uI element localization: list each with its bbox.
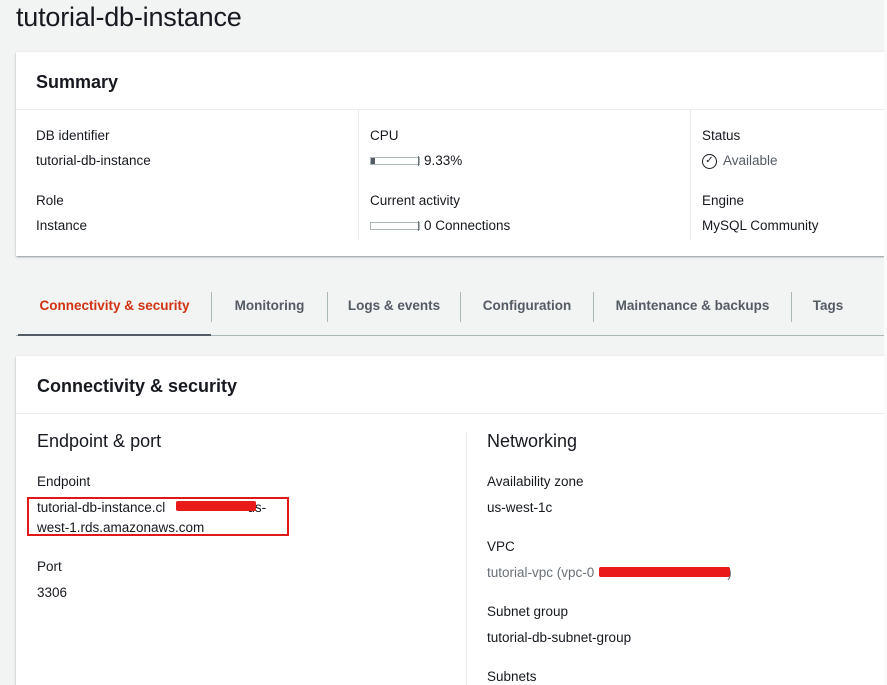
status-label: Status — [702, 128, 741, 143]
detail-tabs: Connectivity & security Monitoring Logs … — [16, 278, 887, 336]
status-field: Status ✓ Available — [702, 127, 778, 170]
check-circle-icon: ✓ — [702, 153, 717, 169]
db-identifier-label: DB identifier — [36, 128, 110, 143]
vpc-redaction — [599, 567, 730, 577]
tab-tags[interactable]: Tags — [792, 278, 864, 335]
availability-zone-label: Availability zone — [487, 474, 584, 489]
role-label: Role — [36, 193, 64, 208]
cpu-meter-tick — [418, 156, 419, 166]
cpu-meter — [370, 156, 420, 166]
summary-col-metrics: CPU 9.33% Current activity 0 Connections — [358, 110, 688, 240]
subnet-group-value: tutorial-db-subnet-group — [487, 630, 632, 645]
availability-zone-field: Availability zone us-west-1c — [487, 473, 584, 518]
port-field: Port 3306 — [37, 558, 67, 603]
tab-monitoring[interactable]: Monitoring — [212, 278, 327, 335]
cpu-label: CPU — [370, 128, 399, 143]
tab-connectivity-security[interactable]: Connectivity & security — [18, 278, 211, 336]
endpoint-label: Endpoint — [37, 474, 91, 489]
vpc-prefix: tutorial-vpc (vpc-0 — [487, 565, 595, 580]
subnets-label: Subnets — [487, 669, 537, 684]
summary-heading: Summary — [36, 72, 119, 92]
activity-value: 0 Connections — [424, 218, 511, 233]
connectivity-card: Connectivity & security Endpoint & port … — [16, 356, 887, 685]
cpu-value: 9.33% — [424, 153, 463, 168]
activity-label: Current activity — [370, 193, 461, 208]
endpoint-port-heading: Endpoint & port — [37, 431, 162, 451]
networking-heading: Networking — [487, 431, 578, 451]
activity-meter-tick — [418, 221, 419, 231]
page-title: tutorial-db-instance — [16, 2, 242, 32]
engine-value: MySQL Community — [702, 218, 819, 233]
subnet-group-label: Subnet group — [487, 604, 569, 619]
tab-maintenance-backups[interactable]: Maintenance & backups — [594, 278, 791, 335]
port-label: Port — [37, 559, 62, 574]
cpu-value-row: 9.33% — [370, 152, 462, 170]
tab-configuration[interactable]: Configuration — [461, 278, 593, 335]
summary-col-identity: DB identifier tutorial-db-instance Role … — [36, 110, 356, 240]
column-divider — [466, 432, 467, 685]
vpc-label: VPC — [487, 539, 515, 554]
tab-logs-events[interactable]: Logs & events — [328, 278, 460, 335]
engine-label: Engine — [702, 193, 745, 208]
status-value-row: ✓ Available — [702, 152, 778, 170]
db-identifier-value: tutorial-db-instance — [36, 153, 151, 168]
activity-value-row: 0 Connections — [370, 217, 510, 235]
connectivity-heading: Connectivity & security — [37, 376, 238, 396]
summary-header: Summary — [16, 52, 887, 110]
summary-col-status: Status ✓ Available Engine MySQL Communit… — [690, 110, 880, 240]
subnet-group-field: Subnet group tutorial-db-subnet-group — [487, 603, 631, 648]
connectivity-header: Connectivity & security — [16, 356, 887, 414]
port-value: 3306 — [37, 585, 68, 600]
cpu-field: CPU 9.33% — [370, 127, 462, 170]
availability-zone-value: us-west-1c — [487, 500, 553, 515]
endpoint-highlight-box — [27, 497, 289, 536]
activity-meter — [370, 221, 420, 231]
role-field: Role Instance — [36, 192, 87, 235]
subnets-field: Subnets — [487, 668, 537, 685]
summary-card: Summary DB identifier tutorial-db-instan… — [16, 52, 887, 256]
activity-field: Current activity 0 Connections — [370, 192, 510, 235]
engine-field: Engine MySQL Community — [702, 192, 819, 235]
summary-columns: DB identifier tutorial-db-instance Role … — [16, 110, 887, 256]
db-identifier-field: DB identifier tutorial-db-instance — [36, 127, 151, 170]
status-value: Available — [723, 153, 778, 168]
cpu-meter-fill — [371, 158, 376, 164]
role-value: Instance — [36, 218, 88, 233]
